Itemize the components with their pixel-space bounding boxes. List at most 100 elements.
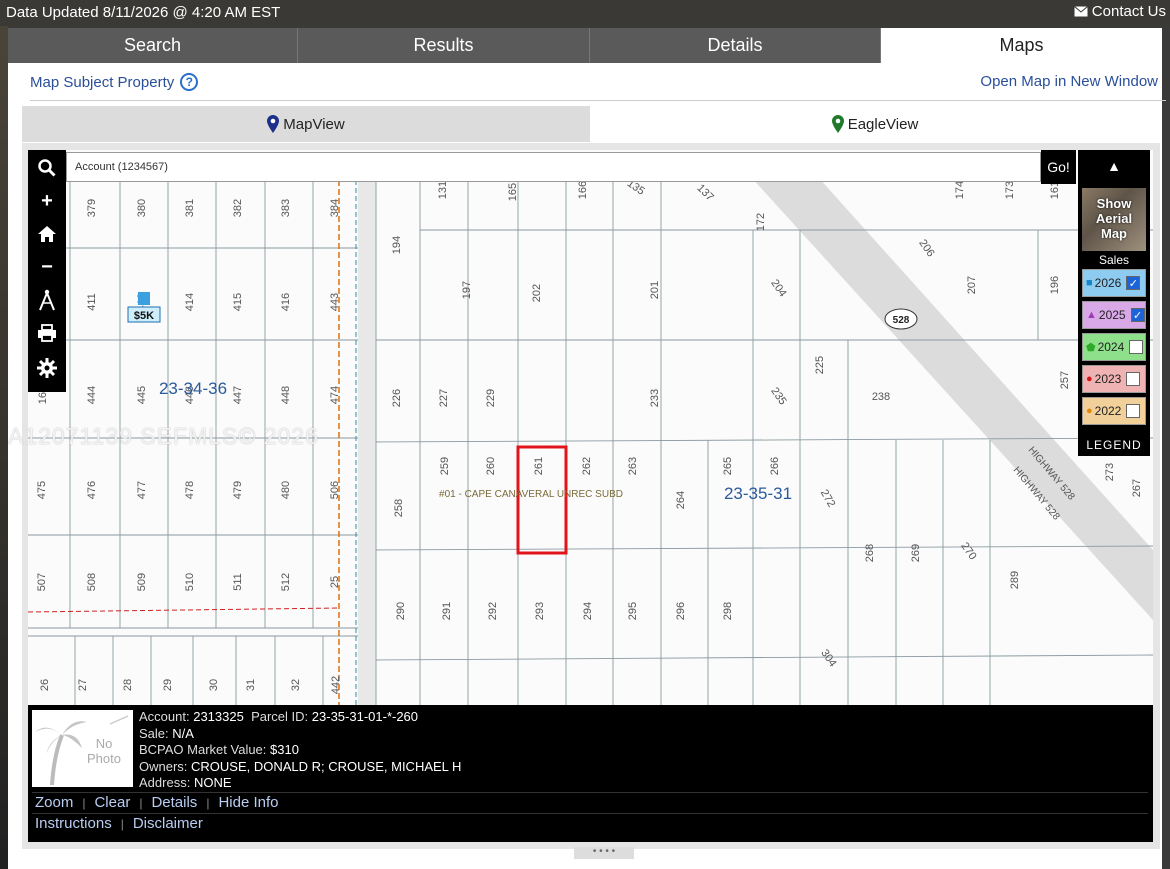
sales-year-2024[interactable]: ⬟ 2024 <box>1082 333 1146 361</box>
zoom-in-icon[interactable]: + <box>28 185 66 217</box>
parcel-number-label: 382 <box>232 199 244 217</box>
parcel-number-label: 415 <box>232 293 244 311</box>
parcel-number-label: 262 <box>581 457 593 475</box>
sales-year-checkbox[interactable] <box>1129 340 1144 354</box>
parcel-number-label: 444 <box>86 386 98 404</box>
road-strip <box>358 180 376 705</box>
background-strip <box>0 26 8 869</box>
show-aerial-map-button[interactable]: Show Aerial Map <box>1082 188 1146 251</box>
sale-badge-label[interactable]: $5K <box>134 310 154 322</box>
parcel-number-label: 478 <box>184 481 196 499</box>
print-icon[interactable] <box>28 317 66 349</box>
sales-year-checkbox[interactable] <box>1126 372 1141 386</box>
parcel-number-label: 269 <box>910 544 922 562</box>
parcel-number-label: 194 <box>391 236 403 254</box>
mapview-label[interactable]: MapView <box>283 116 344 133</box>
tab-details[interactable]: Details <box>590 28 881 63</box>
disclaimer-link[interactable]: Disclaimer <box>133 815 203 832</box>
instructions-link[interactable]: Instructions <box>35 815 112 832</box>
tab-maps[interactable]: Maps <box>881 28 1162 63</box>
route-shield-label: 528 <box>893 315 910 326</box>
parcel-number-label: 448 <box>280 386 292 404</box>
parcel-number-label: 268 <box>864 544 876 562</box>
tab-results[interactable]: Results <box>298 28 590 63</box>
parcel-number-label: 26 <box>39 679 51 691</box>
sales-year-2026[interactable]: ■ 2026 ✓ <box>1082 269 1146 297</box>
parcel-number-label: 416 <box>280 293 292 311</box>
no-photo-placeholder: No Photo <box>32 710 133 787</box>
details-link[interactable]: Details <box>151 794 197 811</box>
parcel-number-label: 475 <box>36 481 48 499</box>
parcel-map[interactable]: 3793803813823833844114134144154164434444… <box>28 150 1153 705</box>
sales-year-2025[interactable]: ▲ 2025 ✓ <box>1082 301 1146 329</box>
map-search-input[interactable]: Account (1234567) <box>66 152 1041 182</box>
sale-marker-icon[interactable] <box>138 292 150 305</box>
parcel-number-label: 233 <box>649 389 661 407</box>
map-subject-property-label[interactable]: Map Subject Property <box>30 74 174 91</box>
main-tabs: Search Results Details Maps <box>8 28 1162 63</box>
collapse-up-icon[interactable]: ▲ <box>1078 150 1150 182</box>
sales-year-marker-icon: ▲ <box>1086 309 1097 321</box>
envelope-icon <box>1073 6 1088 17</box>
parcel-number-label: 293 <box>534 602 546 620</box>
sales-year-marker-icon: ⬟ <box>1086 341 1096 354</box>
sales-year-checkbox[interactable] <box>1126 404 1141 418</box>
measure-compass-icon[interactable] <box>28 284 66 316</box>
clear-link[interactable]: Clear <box>94 794 130 811</box>
map-subject-property-link[interactable]: Map Subject Property ? <box>30 73 199 91</box>
sales-year-label: 2024 <box>1097 340 1125 354</box>
tab-mapview[interactable]: MapView <box>22 106 590 142</box>
parcel-number-label: 227 <box>438 389 450 407</box>
market-value-label: BCPAO Market Value: <box>139 742 267 758</box>
parcel-number-label: 30 <box>208 679 220 691</box>
parcel-number-label: 294 <box>582 602 594 620</box>
top-bar: Data Updated 8/11/2026 @ 4:20 AM EST Con… <box>0 0 1170 26</box>
map-canvas[interactable]: 3793803813823833844114134144154164434444… <box>28 150 1153 842</box>
parcel-number-label: 166 <box>577 181 589 199</box>
tab-eagleview[interactable]: EagleView <box>590 106 1160 142</box>
legend-button[interactable]: LEGEND <box>1078 438 1150 452</box>
hide-info-link[interactable]: Hide Info <box>218 794 278 811</box>
parcel-number-label: 27 <box>77 679 89 691</box>
parcel-number-label: 296 <box>675 602 687 620</box>
parcel-number-label: 474 <box>329 386 341 404</box>
gear-icon[interactable] <box>28 352 66 384</box>
parcel-number-label: 383 <box>280 199 292 217</box>
parcel-number-label: 506 <box>329 481 341 499</box>
home-icon[interactable] <box>28 218 66 250</box>
zoom-link[interactable]: Zoom <box>35 794 73 811</box>
go-button[interactable]: Go! <box>1041 150 1076 184</box>
help-icon[interactable]: ? <box>180 73 199 91</box>
parcel-number-label: 196 <box>1049 276 1061 294</box>
sale-label: Sale: <box>139 725 169 741</box>
parcel-number-label: 25 <box>329 576 341 588</box>
sales-year-2022[interactable]: ● 2022 <box>1082 397 1146 425</box>
sales-year-checkbox[interactable]: ✓ <box>1126 276 1141 290</box>
divider <box>32 813 1148 814</box>
search-icon[interactable] <box>28 152 66 184</box>
resize-handle[interactable]: • • • • <box>574 847 634 859</box>
parcel-number-label: 165 <box>507 183 519 201</box>
sales-year-marker-icon: ● <box>1086 373 1093 385</box>
parcel-number-label: 32 <box>290 679 302 691</box>
sales-year-marker-icon: ■ <box>1086 277 1093 289</box>
address-label: Address: <box>139 775 191 791</box>
parcel-number-label: 510 <box>184 573 196 591</box>
contact-us-label[interactable]: Contact Us <box>1092 3 1166 20</box>
account-value: 2313325 <box>193 709 244 724</box>
map-pin-icon <box>831 115 844 133</box>
sale-value: N/A <box>172 725 194 741</box>
parcel-number-label: 381 <box>184 199 196 217</box>
contact-us-link[interactable]: Contact Us <box>1073 3 1166 20</box>
parcel-number-label: 264 <box>675 491 687 509</box>
sales-year-2023[interactable]: ● 2023 <box>1082 365 1146 393</box>
sales-year-label: 2023 <box>1094 372 1122 386</box>
data-updated-text: Data Updated 8/11/2026 @ 4:20 AM EST <box>6 4 281 21</box>
sales-year-checkbox[interactable]: ✓ <box>1130 308 1145 322</box>
open-map-new-window-link[interactable]: Open Map in New Window <box>980 73 1158 90</box>
eagleview-label[interactable]: EagleView <box>848 116 919 133</box>
parcel-number-label: 447 <box>232 386 244 404</box>
zoom-out-icon[interactable]: − <box>28 251 66 283</box>
no-photo-label: No Photo <box>87 736 121 766</box>
tab-search[interactable]: Search <box>8 28 298 63</box>
